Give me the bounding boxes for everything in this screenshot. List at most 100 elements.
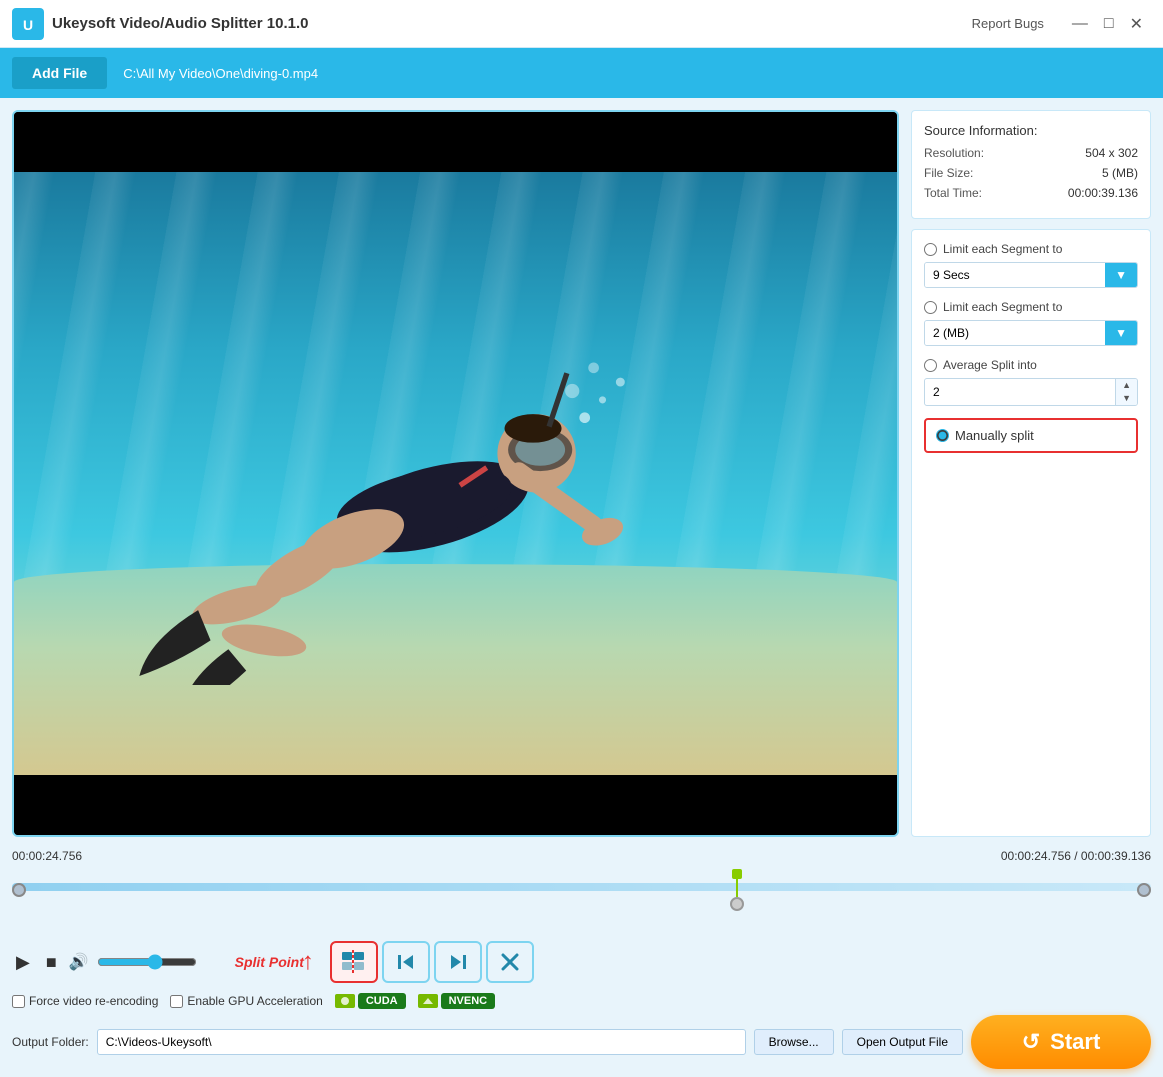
secs-dropdown-arrow[interactable]: ▼: [1105, 263, 1137, 287]
maximize-button[interactable]: □: [1096, 13, 1122, 35]
swimmer-figure: [58, 293, 809, 685]
close-button[interactable]: ✕: [1122, 12, 1151, 36]
option3-radio[interactable]: [924, 359, 937, 372]
open-output-button[interactable]: Open Output File: [842, 1029, 963, 1055]
resolution-label: Resolution:: [924, 146, 984, 160]
manually-split-label[interactable]: Manually split: [955, 428, 1034, 443]
current-time-left: 00:00:24.756: [12, 849, 82, 863]
browse-button[interactable]: Browse...: [754, 1029, 834, 1055]
split-point-arrow: ↑: [302, 948, 314, 976]
option1-row: Limit each Segment to: [924, 242, 1138, 256]
output-row: Output Folder: Browse... Open Output Fil…: [12, 1015, 1151, 1069]
go-end-button[interactable]: [434, 941, 482, 983]
mb-dropdown-arrow[interactable]: ▼: [1105, 321, 1137, 345]
totaltime-value: 00:00:39.136: [1068, 186, 1138, 200]
bottom-section: 00:00:24.756 00:00:24.756 / 00:00:39.136…: [0, 849, 1163, 1077]
video-panel: [12, 110, 899, 837]
nvenc-logo-icon: [418, 994, 438, 1008]
force-encoding-label: Force video re-encoding: [29, 994, 158, 1008]
manually-split-radio[interactable]: [936, 429, 949, 442]
app-title: Ukeysoft Video/Audio Splitter 10.1.0: [52, 15, 972, 32]
minimize-button[interactable]: —: [1064, 13, 1096, 35]
file-path-display: C:\All My Video\One\diving-0.mp4: [123, 66, 318, 81]
go-end-icon: [446, 950, 470, 974]
cuda-logo-icon: [335, 994, 355, 1008]
timeline-container[interactable]: [12, 883, 1151, 933]
main-area: Source Information: Resolution: 504 x 30…: [0, 98, 1163, 849]
report-bugs-link[interactable]: Report Bugs: [972, 16, 1044, 31]
marker-top: [732, 869, 742, 879]
totaltime-row: Total Time: 00:00:39.136: [924, 186, 1138, 200]
spinner-buttons: ▲ ▼: [1115, 379, 1137, 405]
video-frame: [14, 172, 897, 775]
segment-handle-left[interactable]: [12, 883, 26, 897]
titlebar: U Ukeysoft Video/Audio Splitter 10.1.0 R…: [0, 0, 1163, 48]
go-start-icon: [394, 950, 418, 974]
split-point-button[interactable]: [330, 941, 378, 983]
option1-select-wrapper: 9 Secs 10 Secs 15 Secs 20 Secs 30 Secs 6…: [924, 262, 1138, 288]
time-display-right: 00:00:24.756 / 00:00:39.136: [1001, 849, 1151, 863]
nvenc-badge-group: NVENC: [418, 993, 496, 1009]
delete-segment-button[interactable]: [486, 941, 534, 983]
toolbar: Add File C:\All My Video\One\diving-0.mp…: [0, 48, 1163, 98]
volume-icon: 🔊: [69, 952, 89, 972]
source-info-box: Source Information: Resolution: 504 x 30…: [911, 110, 1151, 219]
start-button[interactable]: ↺ Start: [971, 1015, 1151, 1069]
option2-radio[interactable]: [924, 301, 937, 314]
add-file-button[interactable]: Add File: [12, 57, 107, 89]
spinner-down[interactable]: ▼: [1116, 392, 1137, 405]
segment-handle-right[interactable]: [1137, 883, 1151, 897]
spinner-up[interactable]: ▲: [1116, 379, 1137, 392]
secs-select[interactable]: 9 Secs 10 Secs 15 Secs 20 Secs 30 Secs 6…: [925, 263, 1105, 287]
gpu-accel-checkbox[interactable]: [170, 995, 183, 1008]
time-row: 00:00:24.756 00:00:24.756 / 00:00:39.136: [12, 849, 1151, 863]
option2-row: Limit each Segment to: [924, 300, 1138, 314]
video-bottom-bar: [14, 775, 897, 835]
svg-text:U: U: [23, 17, 33, 33]
action-buttons: [330, 941, 534, 983]
start-label: Start: [1050, 1029, 1100, 1055]
filesize-row: File Size: 5 (MB): [924, 166, 1138, 180]
option2-label[interactable]: Limit each Segment to: [943, 300, 1062, 314]
split-options-box: Limit each Segment to 9 Secs 10 Secs 15 …: [911, 229, 1151, 837]
filesize-label: File Size:: [924, 166, 973, 180]
timeline-track[interactable]: [12, 883, 1151, 891]
marker-line: [736, 879, 738, 897]
play-button[interactable]: ▶: [12, 948, 34, 977]
option1-radio[interactable]: [924, 243, 937, 256]
cuda-badge: CUDA: [358, 993, 406, 1009]
video-top-bar: [14, 112, 897, 172]
resolution-value: 504 x 302: [1085, 146, 1138, 160]
output-folder-label: Output Folder:: [12, 1035, 89, 1049]
gpu-accel-checkbox-label[interactable]: Enable GPU Acceleration: [170, 994, 322, 1008]
source-info-title: Source Information:: [924, 123, 1138, 138]
delete-icon: [498, 950, 522, 974]
output-path-input[interactable]: [97, 1029, 746, 1055]
go-start-button[interactable]: [382, 941, 430, 983]
volume-slider[interactable]: [97, 954, 197, 970]
force-encoding-checkbox[interactable]: [12, 995, 25, 1008]
totaltime-label: Total Time:: [924, 186, 982, 200]
start-icon: ↺: [1022, 1029, 1040, 1055]
video-content[interactable]: [14, 172, 897, 775]
cuda-badge-group: CUDA: [335, 993, 406, 1009]
manually-split-box[interactable]: Manually split: [924, 418, 1138, 453]
resolution-row: Resolution: 504 x 302: [924, 146, 1138, 160]
marker-handle[interactable]: [730, 897, 744, 911]
mb-select[interactable]: 1 (MB) 2 (MB) 5 (MB) 10 (MB) 50 (MB) 100…: [925, 321, 1105, 345]
option2-select-wrapper: 1 (MB) 2 (MB) 5 (MB) 10 (MB) 50 (MB) 100…: [924, 320, 1138, 346]
option3-row: Average Split into: [924, 358, 1138, 372]
filesize-value: 5 (MB): [1102, 166, 1138, 180]
gpu-accel-label: Enable GPU Acceleration: [187, 994, 322, 1008]
controls-row: ▶ ■ 🔊 Split Point ↑: [12, 941, 1151, 983]
split-marker: [730, 869, 744, 911]
force-encoding-checkbox-label[interactable]: Force video re-encoding: [12, 994, 158, 1008]
app-logo: U: [12, 8, 44, 40]
average-split-input[interactable]: [925, 380, 1115, 404]
video-inner: [14, 112, 897, 835]
stop-button[interactable]: ■: [42, 948, 61, 977]
info-panel: Source Information: Resolution: 504 x 30…: [911, 110, 1151, 837]
split-point-label: Split Point: [235, 954, 304, 970]
option3-label[interactable]: Average Split into: [943, 358, 1037, 372]
option1-label[interactable]: Limit each Segment to: [943, 242, 1062, 256]
